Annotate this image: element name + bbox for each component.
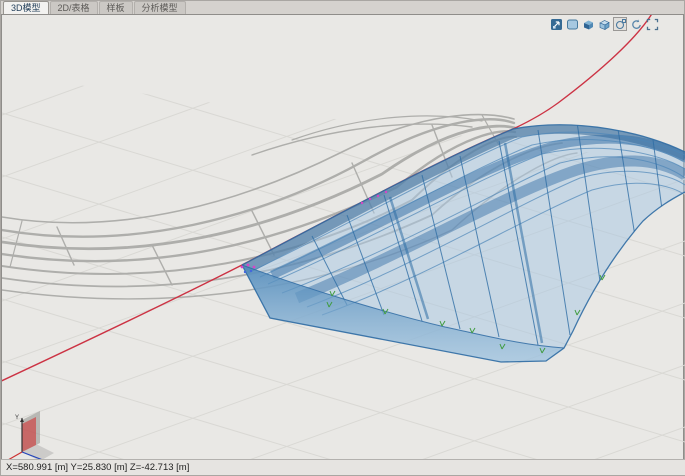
cursor-coordinates: X=580.991 [m] Y=25.830 [m] Z=-42.713 [m] — [6, 462, 189, 473]
axis-label-y: Y — [15, 415, 19, 421]
bridge-deck-model[interactable] — [241, 122, 685, 362]
solid-shading-icon[interactable] — [581, 17, 595, 31]
view-tab-bar: 3D模型 2D/表格 样板 分析模型 — [1, 1, 684, 14]
zoom-extents-icon[interactable] — [645, 17, 659, 31]
tab-2d-tables[interactable]: 2D/表格 — [50, 1, 98, 14]
isometric-view-icon[interactable] — [549, 17, 563, 31]
rotate-view-icon[interactable] — [629, 17, 643, 31]
orbit-mode-icon[interactable] — [613, 17, 627, 31]
scene-3d[interactable]: Y Z — [2, 15, 685, 461]
shaded-edges-icon[interactable] — [597, 17, 611, 31]
flat-shading-icon[interactable] — [565, 17, 579, 31]
axis-gizmo: Y Z — [8, 411, 54, 461]
status-bar: X=580.991 [m] Y=25.830 [m] Z=-42.713 [m] — [1, 459, 685, 475]
tab-template[interactable]: 样板 — [99, 1, 133, 14]
tab-analysis-model[interactable]: 分析模型 — [134, 1, 186, 14]
viewport-3d[interactable]: Y Z — [1, 14, 684, 461]
view-toolbar — [549, 17, 659, 31]
tab-3d-model[interactable]: 3D模型 — [3, 1, 49, 14]
